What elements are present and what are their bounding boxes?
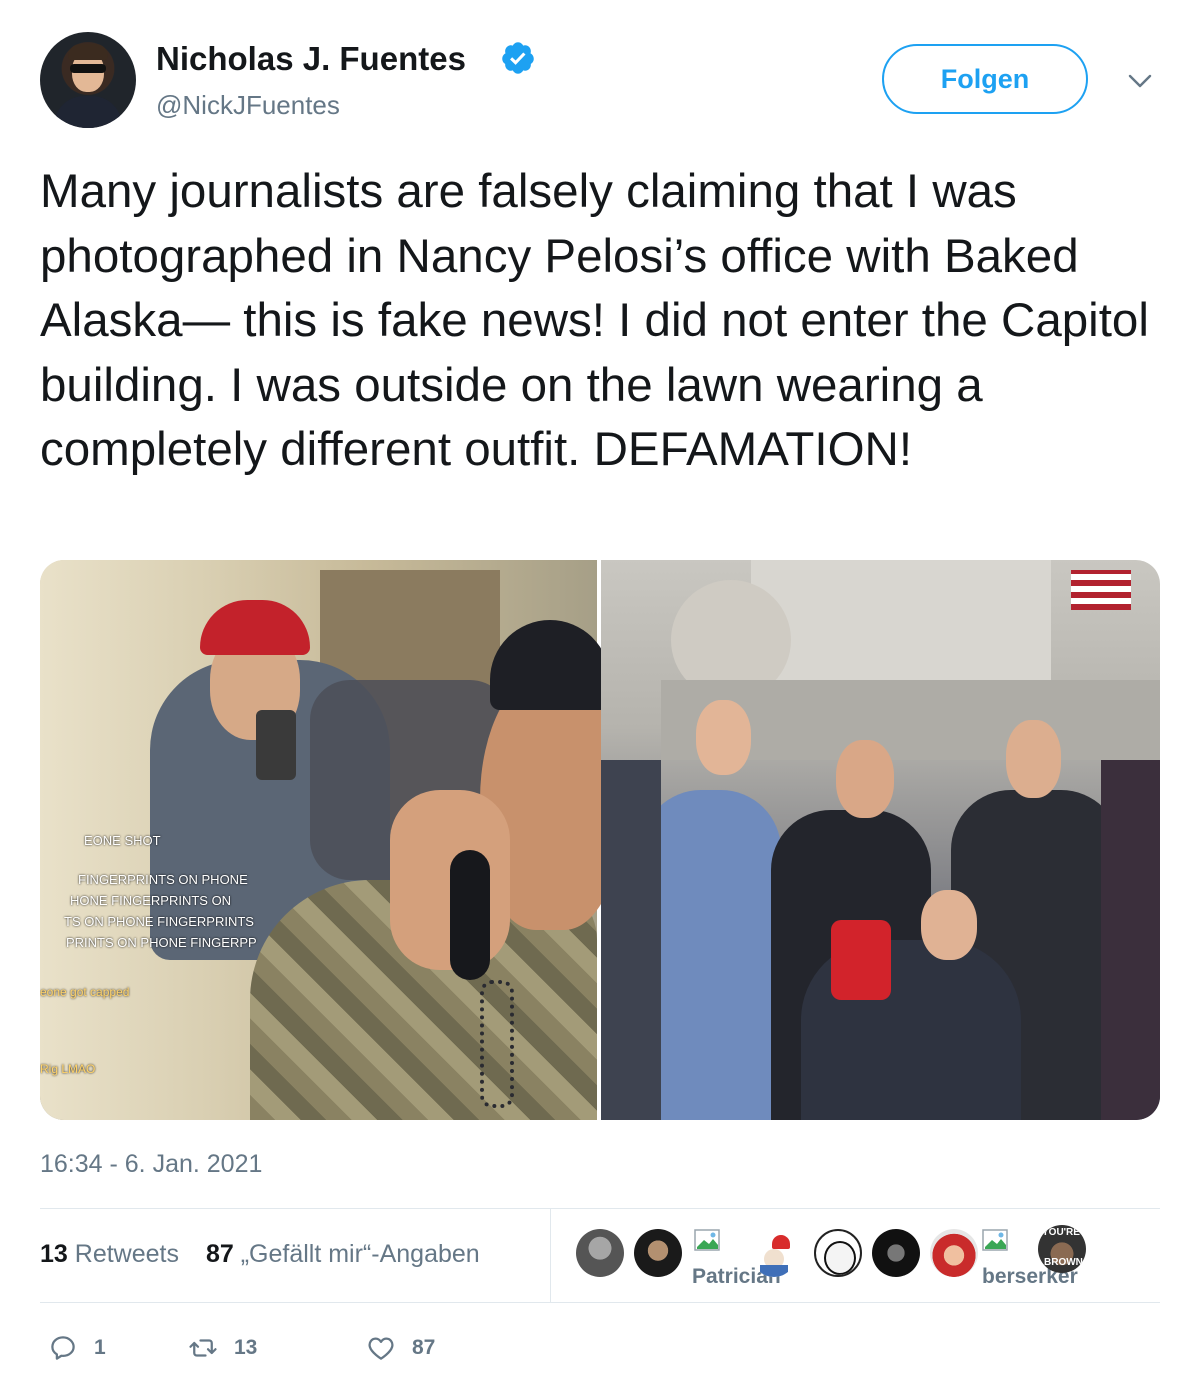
retweets-count: 13 (40, 1240, 68, 1268)
photo-figure-blue-suit (641, 790, 781, 1120)
overlay-line: HONE FINGERPRINTS ON (70, 893, 232, 908)
tweet-text: Many journalists are falsely claiming th… (40, 165, 1149, 476)
retweet-count: 13 (234, 1336, 258, 1359)
badge-text: YOU'RE (1042, 1227, 1080, 1238)
tweet-timestamp[interactable]: 16:34 - 6. Jan. 2021 (40, 1150, 262, 1179)
photo-phone (256, 710, 296, 780)
author-avatar[interactable] (40, 32, 136, 128)
liker-avatar[interactable] (930, 1229, 978, 1277)
divider-bottom (40, 1302, 1160, 1303)
media-overlay-text: EONE SHOT FINGERPRINTS ON PHONE HONE FIN… (40, 830, 340, 953)
heart-icon (368, 1337, 394, 1360)
media-photo-left[interactable]: EONE SHOT FINGERPRINTS ON PHONE HONE FIN… (40, 560, 620, 1120)
photo-face (921, 890, 977, 960)
author-handle[interactable]: @NickJFuentes (156, 90, 340, 121)
photo-megaphone (831, 920, 891, 1000)
engagement-stats: 13 Retweets 87 „Gefällt mir“-Angaben (40, 1240, 500, 1269)
avatar-suit (54, 96, 122, 128)
liker-avatar[interactable] (814, 1229, 862, 1277)
likes-stat[interactable]: 87 „Gefällt mir“-Angaben (206, 1240, 480, 1268)
photo-crowd-right (1101, 760, 1160, 1120)
santa-hat (772, 1235, 790, 1249)
liker-avatar[interactable] (752, 1233, 796, 1277)
liker-avatar[interactable] (872, 1229, 920, 1277)
reply-count: 1 (94, 1336, 106, 1359)
broken-image-icon[interactable] (694, 1229, 724, 1257)
reply-action[interactable]: 1 (48, 1330, 106, 1366)
retweet-icon (189, 1339, 217, 1357)
overlay-caption: Rig LMAO (40, 1062, 96, 1076)
badge-text: BROWN (1044, 1257, 1083, 1268)
photo-face (1006, 720, 1061, 798)
avatar-sunglasses (70, 64, 106, 73)
photo-face (836, 740, 894, 818)
verified-badge-icon (502, 42, 534, 74)
photo-face (696, 700, 751, 775)
retweets-stat[interactable]: 13 Retweets (40, 1240, 179, 1268)
follow-button[interactable]: Folgen (882, 44, 1088, 114)
overlay-line: TS ON PHONE FINGERPRINTS (64, 914, 254, 929)
figure-body (760, 1265, 788, 1277)
photo-handset (450, 850, 490, 980)
broken-image-icon[interactable] (982, 1229, 1012, 1257)
avatar-hair (68, 44, 108, 60)
photo-flag (1071, 570, 1131, 610)
tweet-media: EONE SHOT FINGERPRINTS ON PHONE HONE FIN… (40, 560, 1160, 1120)
photo-crowd-left (601, 760, 661, 1120)
likes-count: 87 (205, 1240, 234, 1268)
stats-divider (550, 1209, 551, 1302)
overlay-caption: eone got capped (40, 985, 130, 999)
like-action[interactable]: 87 (366, 1330, 435, 1366)
divider-top (40, 1208, 1160, 1209)
likes-label: „Gefällt mir“-Angaben (240, 1240, 480, 1268)
reply-icon (51, 1336, 75, 1360)
liker-avatar[interactable]: YOU'RE BROWN (1038, 1225, 1086, 1273)
media-photo-right[interactable] (601, 560, 1160, 1120)
overlay-line: PRINTS ON PHONE FINGERPP (66, 935, 257, 950)
overlay-line: EONE SHOT (84, 833, 161, 848)
chevron-down-icon[interactable] (1122, 66, 1158, 96)
photo-phone-cord (480, 980, 514, 1108)
doomer-face (824, 1241, 856, 1275)
like-count: 87 (412, 1336, 436, 1359)
liker-avatar[interactable] (576, 1229, 624, 1277)
retweet-action[interactable]: 13 (188, 1330, 257, 1366)
author-display-name[interactable]: Nicholas J. Fuentes (156, 40, 466, 78)
retweets-label: Retweets (74, 1240, 179, 1268)
overlay-line: FINGERPRINTS ON PHONE (78, 872, 248, 887)
liker-avatar[interactable] (634, 1229, 682, 1277)
